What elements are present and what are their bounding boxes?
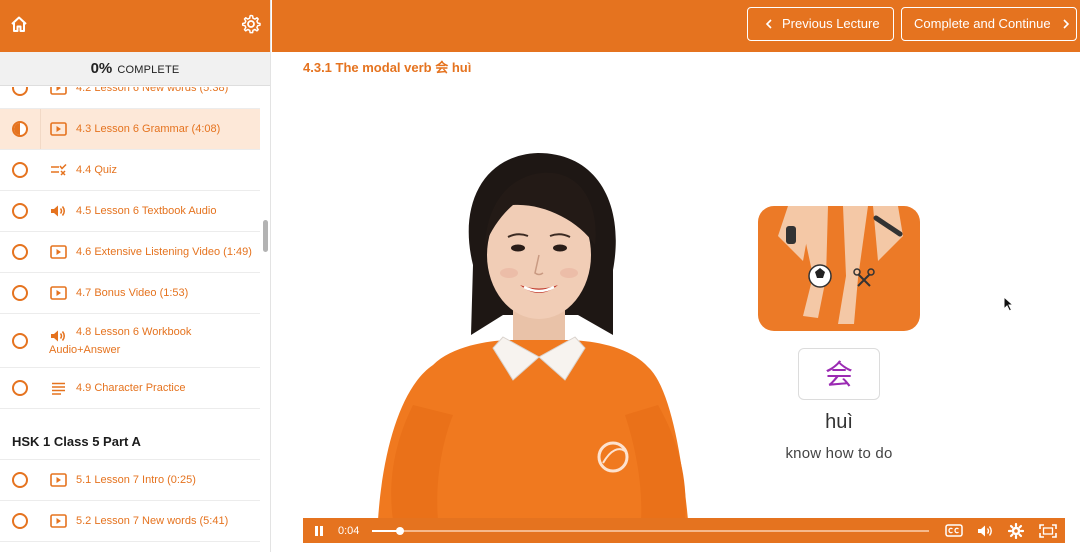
sidebar-scrollbar[interactable]	[263, 220, 268, 252]
lecture-list-item[interactable]: 4.9 Character Practice	[0, 368, 260, 409]
home-icon[interactable]	[10, 15, 28, 33]
lecture-list-item[interactable]: 4.3 Lesson 6 Grammar (4:08)	[0, 109, 260, 150]
lecture-item-label: 4.7 Bonus Video (1:53)	[76, 287, 189, 299]
progress-percent: 0%	[90, 60, 113, 77]
hands-illustration	[758, 206, 920, 331]
seek-bar[interactable]	[372, 527, 929, 535]
lecture-list-item[interactable]: 5.1 Lesson 7 Intro (0:25)	[0, 460, 260, 501]
video-controls: 0:04	[303, 518, 1065, 543]
lecture-item-label: 4.4 Quiz	[76, 164, 117, 176]
hands-drawing	[778, 206, 903, 324]
lecture-list-item[interactable]: 5.2 Lesson 7 New words (5:41)	[0, 501, 260, 542]
player-settings-button[interactable]	[1006, 518, 1026, 543]
hanzi-character: 会	[824, 358, 853, 391]
video-icon	[50, 87, 67, 96]
incomplete-status-icon[interactable]	[12, 162, 28, 178]
lecture-item-label: 4.3 Lesson 6 Grammar (4:08)	[76, 123, 221, 135]
quiz-icon	[50, 162, 67, 178]
incomplete-status-icon[interactable]	[12, 87, 28, 96]
lecture-list[interactable]: 4.2 Lesson 6 New words (5:38) 4.3 Lesson …	[0, 87, 260, 552]
mouse-cursor-icon	[1003, 296, 1015, 312]
video-player[interactable]: 会 huì know how to do 0:04	[303, 80, 1065, 543]
lecture-list-item[interactable]: 4.4 Quiz	[0, 150, 260, 191]
hanzi-card: 会	[798, 348, 880, 400]
lecture-item-label: 5.1 Lesson 7 Intro (0:25)	[76, 474, 196, 486]
lecture-item-label: 4.9 Character Practice	[76, 382, 186, 394]
lecture-item-label: 4.5 Lesson 6 Textbook Audio	[76, 205, 217, 217]
row-divider	[40, 109, 41, 149]
seek-bar-handle[interactable]	[395, 527, 404, 535]
lecture-list-item[interactable]: 4.6 Extensive Listening Video (1:49)	[0, 232, 260, 273]
incomplete-status-icon[interactable]	[12, 380, 28, 396]
course-sidebar: 0% COMPLETE 4.2 Lesson 6 New words (5:38…	[0, 0, 271, 552]
previous-lecture-button[interactable]: Previous Lecture	[747, 7, 894, 41]
audio-icon	[50, 203, 67, 219]
lecture-item-label: 4.2 Lesson 6 New words (5:38)	[76, 87, 229, 94]
chevron-left-icon	[765, 19, 772, 29]
previous-lecture-label: Previous Lecture	[782, 16, 880, 31]
progress-label: COMPLETE	[117, 64, 180, 76]
volume-button[interactable]	[975, 518, 995, 543]
pause-icon	[315, 525, 323, 536]
current-time: 0:04	[338, 524, 360, 537]
presenter-image	[378, 153, 688, 520]
captions-button[interactable]	[943, 518, 965, 543]
fullscreen-icon	[1039, 523, 1057, 538]
text-icon	[50, 380, 67, 396]
fullscreen-button[interactable]	[1037, 518, 1059, 543]
volume-icon	[977, 525, 992, 536]
lecture-list-item[interactable]: 4.5 Lesson 6 Textbook Audio	[0, 191, 260, 232]
lecture-title: 4.3.1 The modal verb 会 huì	[303, 60, 472, 75]
lecture-item-label: 5.2 Lesson 7 New words (5:41)	[76, 515, 229, 527]
course-progress: 0% COMPLETE	[0, 52, 270, 86]
closed-captions-icon	[945, 524, 963, 537]
lecture-item-label: 4.8 Lesson 6 Workbook Audio+Answer	[49, 326, 192, 356]
incomplete-status-icon[interactable]	[12, 513, 28, 529]
incomplete-status-icon[interactable]	[12, 244, 28, 260]
incomplete-status-icon[interactable]	[12, 285, 28, 301]
video-icon	[50, 244, 67, 260]
pinyin-text: huì	[825, 411, 853, 433]
half-complete-status-icon[interactable]	[12, 121, 28, 137]
lecture-item-label: 4.6 Extensive Listening Video (1:49)	[76, 246, 252, 258]
video-icon	[50, 121, 67, 137]
lecture-list-item[interactable]: 4.2 Lesson 6 New words (5:38)	[0, 87, 260, 109]
lecture-topbar: Previous Lecture Complete and Continue	[272, 0, 1080, 52]
meaning-text: know how to do	[785, 445, 893, 462]
complete-and-continue-label: Complete and Continue	[914, 16, 1051, 31]
sidebar-header	[0, 0, 270, 52]
pause-button[interactable]	[309, 518, 329, 543]
incomplete-status-icon[interactable]	[12, 203, 28, 219]
complete-and-continue-button[interactable]: Complete and Continue	[901, 7, 1077, 41]
settings-gear-icon	[1008, 522, 1024, 539]
video-icon	[50, 285, 67, 301]
incomplete-status-icon[interactable]	[12, 472, 28, 488]
incomplete-status-icon[interactable]	[12, 332, 28, 349]
video-icon	[50, 513, 67, 529]
chevron-right-icon	[1063, 19, 1070, 29]
lecture-list-item[interactable]: 4.8 Lesson 6 Workbook Audio+Answer	[0, 314, 260, 368]
gear-icon[interactable]	[241, 14, 261, 34]
lecture-list-item[interactable]: 4.7 Bonus Video (1:53)	[0, 273, 260, 314]
video-icon	[50, 472, 67, 488]
section-heading: HSK 1 Class 5 Part A	[0, 409, 260, 460]
